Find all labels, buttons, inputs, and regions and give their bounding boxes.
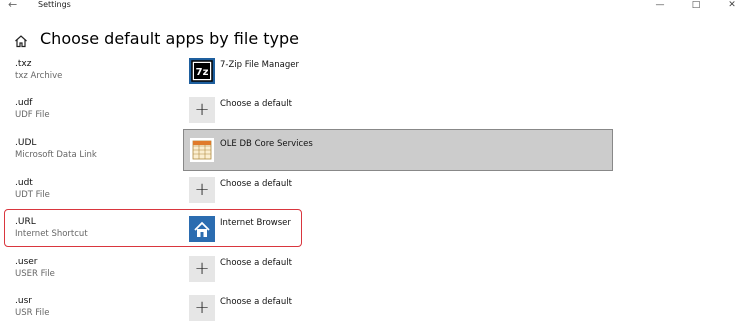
extension-label: .udt xyxy=(15,178,33,188)
plus-icon[interactable]: + xyxy=(189,256,215,282)
choose-default-button[interactable]: Choose a default xyxy=(220,297,292,307)
home-icon[interactable] xyxy=(14,34,28,48)
svg-text:7z: 7z xyxy=(196,67,209,78)
extension-description: USER File xyxy=(15,269,55,279)
extension-label: .user xyxy=(15,257,38,267)
extension-description: txz Archive xyxy=(15,71,63,81)
extension-description: USR File xyxy=(15,308,50,318)
choose-default-button[interactable]: Choose a default xyxy=(220,99,292,109)
extension-label: .URL xyxy=(15,217,36,227)
file-type-row-txz: .txz txz Archive 7z 7-Zip File Manager xyxy=(0,58,750,96)
plus-icon[interactable]: + xyxy=(189,97,215,123)
file-type-row-user: .user USER File + Choose a default xyxy=(0,256,750,294)
choose-default-button[interactable]: Choose a default xyxy=(220,179,292,189)
minimize-button[interactable]: — xyxy=(642,0,678,12)
plus-icon[interactable]: + xyxy=(189,177,215,203)
window-title: Settings xyxy=(38,0,71,9)
page-title: Choose default apps by file type xyxy=(40,29,299,48)
extension-description: UDF File xyxy=(15,110,50,120)
extension-label: .UDL xyxy=(15,138,37,148)
back-arrow-icon[interactable]: ← xyxy=(8,0,22,12)
plus-icon[interactable]: + xyxy=(189,295,215,321)
extension-description: Microsoft Data Link xyxy=(15,150,97,160)
close-button[interactable]: ✕ xyxy=(714,0,750,12)
choose-default-button[interactable]: Choose a default xyxy=(220,258,292,268)
default-app-button-label[interactable]: OLE DB Core Services xyxy=(220,139,313,149)
7zip-icon[interactable]: 7z xyxy=(189,58,215,84)
ole-db-icon[interactable] xyxy=(189,137,215,163)
extension-label: .udf xyxy=(15,98,33,108)
default-app-button-label[interactable]: Internet Browser xyxy=(220,218,291,228)
extension-description: Internet Shortcut xyxy=(15,229,88,239)
file-type-row-udl: .UDL Microsoft Data Link OLE DB Core Ser… xyxy=(0,137,750,175)
extension-description: UDT File xyxy=(15,190,50,200)
title-bar: ← Settings — □ ✕ xyxy=(0,0,750,14)
extension-label: .txz xyxy=(15,59,32,69)
maximize-button[interactable]: □ xyxy=(678,0,714,12)
extension-label: .usr xyxy=(15,296,32,306)
file-type-row-url: .URL Internet Shortcut Internet Browser xyxy=(0,216,750,254)
default-app-button-label[interactable]: 7-Zip File Manager xyxy=(220,60,299,70)
internet-browser-icon[interactable] xyxy=(189,216,215,242)
file-type-row-usr: .usr USR File + Choose a default xyxy=(0,295,750,325)
window-controls: — □ ✕ xyxy=(642,0,750,12)
